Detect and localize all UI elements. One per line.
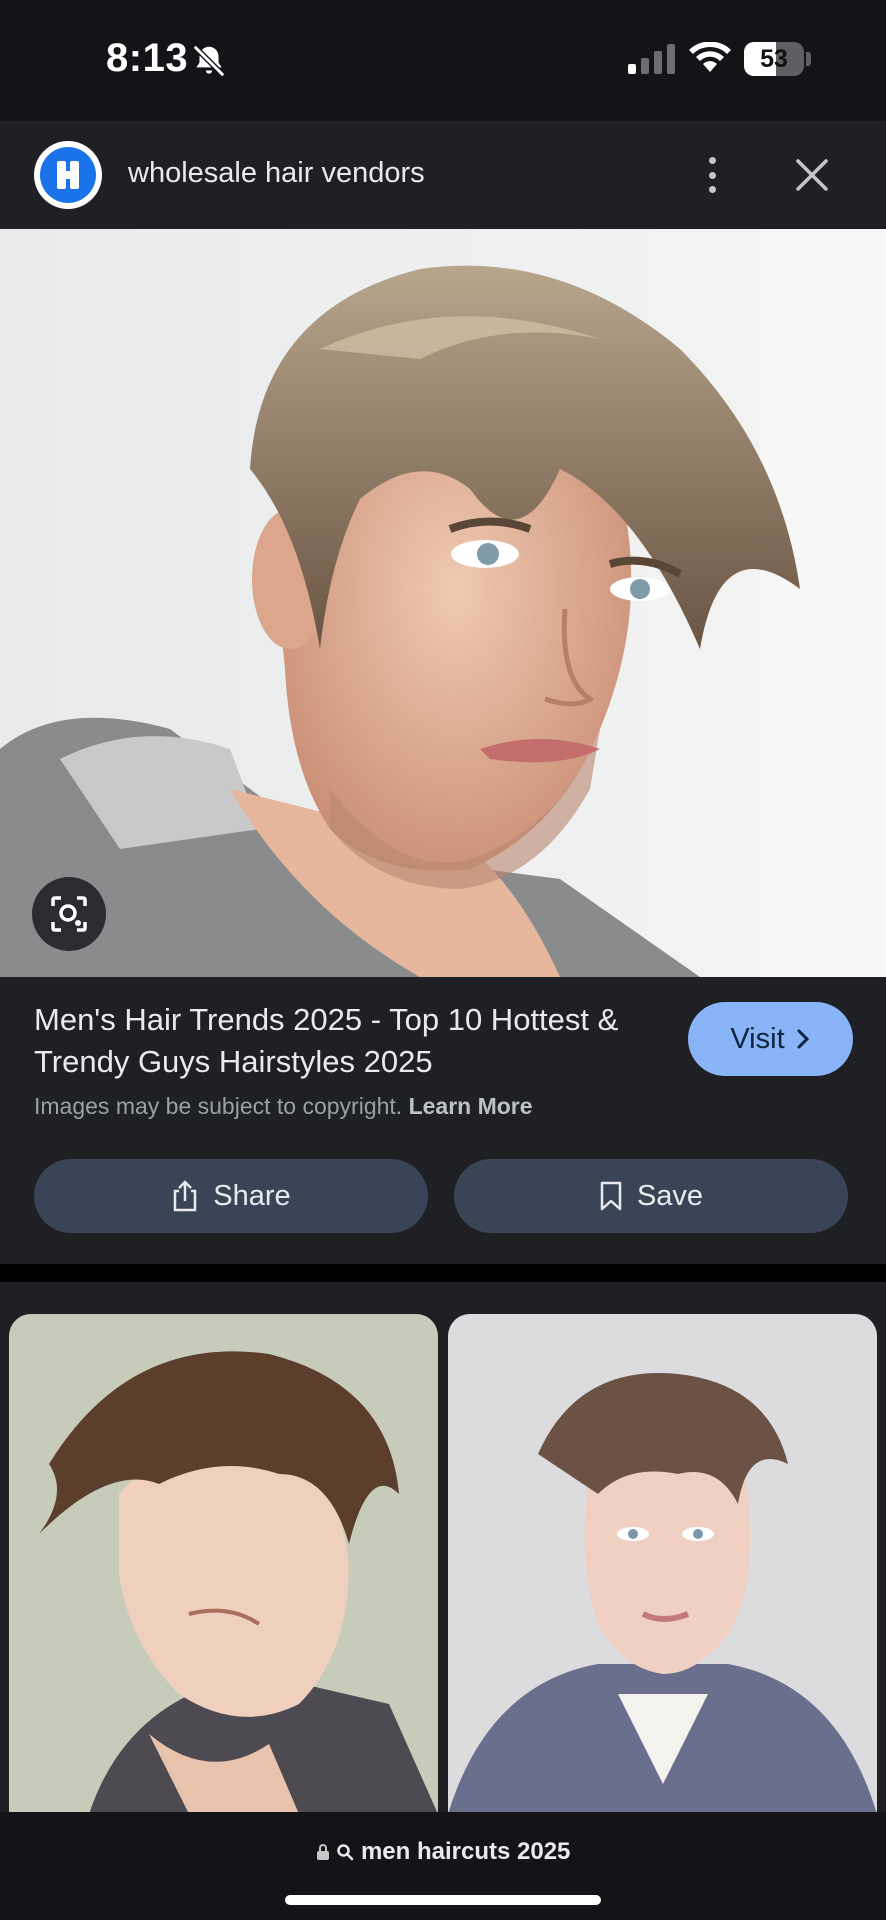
share-label: Share [213, 1179, 291, 1212]
clock: 8:13 [106, 36, 189, 80]
hero-photo [0, 229, 886, 977]
section-divider [0, 1264, 886, 1282]
lens-header: wholesale hair vendors [0, 121, 886, 229]
close-icon[interactable] [790, 153, 834, 197]
visit-button[interactable]: Visit [688, 1002, 853, 1076]
related-photo [448, 1314, 877, 1814]
related-image-tile[interactable] [9, 1314, 438, 1814]
wifi-icon [689, 42, 731, 72]
cellular-signal-icon [628, 44, 675, 74]
bookmark-icon [600, 1181, 622, 1211]
main-image[interactable] [0, 229, 886, 977]
visual-search-button[interactable] [32, 877, 106, 951]
address-bar-text[interactable]: men haircuts 2025 [0, 1838, 886, 1866]
copyright-notice: Images may be subject to copyright. Lear… [34, 1093, 533, 1120]
site-logo-icon [40, 147, 96, 203]
camera-search-icon [51, 896, 87, 932]
bottom-address-bar[interactable]: men haircuts 2025 [0, 1812, 886, 1920]
battery-indicator: 53 [744, 42, 804, 76]
save-button[interactable]: Save [454, 1159, 848, 1233]
share-icon [174, 1180, 197, 1212]
related-images-grid [0, 1282, 886, 1814]
search-icon [337, 1844, 354, 1861]
visit-label: Visit [730, 1022, 785, 1055]
search-query: men haircuts 2025 [360, 1838, 571, 1865]
result-info-panel: Men's Hair Trends 2025 - Top 10 Hottest … [0, 977, 886, 1264]
learn-more-link[interactable]: Learn More [409, 1093, 533, 1119]
more-options-icon[interactable] [694, 153, 730, 197]
site-logo[interactable] [34, 141, 102, 209]
status-bar: 8:13 53 [0, 0, 886, 121]
chevron-right-icon [797, 1029, 809, 1049]
result-title[interactable]: Men's Hair Trends 2025 - Top 10 Hottest … [34, 999, 674, 1083]
share-button[interactable]: Share [34, 1159, 428, 1233]
source-site-title[interactable]: wholesale hair vendors [128, 157, 425, 190]
related-image-tile[interactable] [448, 1314, 877, 1814]
related-photo [9, 1314, 438, 1814]
battery-percent: 53 [760, 45, 788, 73]
lock-icon [316, 1844, 329, 1860]
bell-off-icon [192, 44, 226, 78]
home-indicator[interactable] [285, 1895, 601, 1905]
copyright-text: Images may be subject to copyright. [34, 1093, 403, 1119]
save-label: Save [636, 1179, 704, 1212]
